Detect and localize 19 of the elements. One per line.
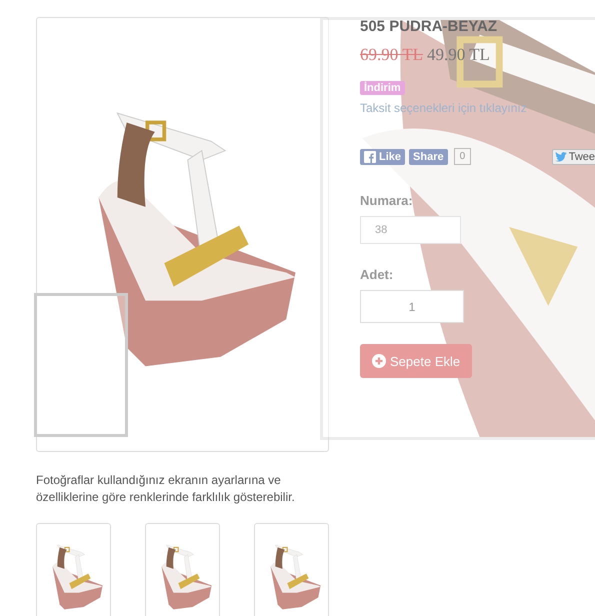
add-to-cart-button[interactable]: Sepete Ekle [360,344,472,378]
tweet-button[interactable]: Twee [552,148,595,164]
thumbnail[interactable] [254,523,329,616]
plus-icon [372,354,386,368]
thumbnail[interactable] [36,523,111,616]
old-price: 69.90 TL [360,45,423,65]
like-button[interactable]: Like [360,148,406,164]
thumbnail[interactable] [145,523,220,616]
facebook-icon [364,150,376,162]
share-button[interactable]: Share [409,148,448,164]
size-select[interactable]: 38 [360,216,461,244]
bird-icon [554,152,567,162]
share-count: 0 [454,148,472,165]
photo-note: Fotoğraflar kullandığınız ekranın ayarlarına ve özelliklerine göre renklerinde farklılık gösterebilir. [36,472,296,506]
discount-badge: İndirim [360,81,405,95]
size-label: Numara: [360,193,413,208]
quantity-label: Adet: [360,267,394,282]
zoom-lens[interactable] [34,293,128,437]
quantity-field[interactable]: 1 [360,290,464,323]
